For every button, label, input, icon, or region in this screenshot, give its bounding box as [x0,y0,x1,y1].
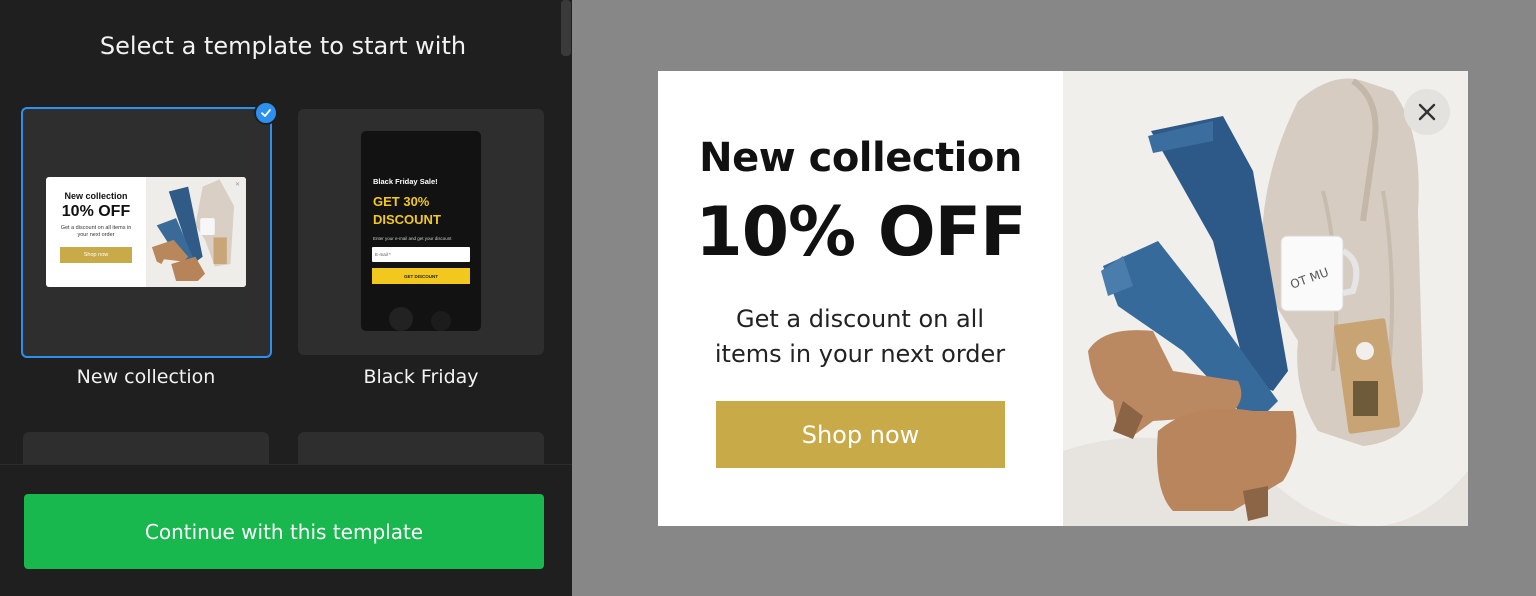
mini-heading: New collection [64,191,128,201]
mini-close-icon: ✕ [234,182,240,188]
sidebar-title: Select a template to start with [99,32,467,60]
mini-description: Get a discount on all items in your next… [60,225,132,239]
popup-preview: New collection 10% OFF Get a discount on… [658,71,1468,526]
bf-offer-line2: DISCOUNT [373,211,441,227]
popup-heading: New collection [699,135,1022,181]
template-label-black-friday: Black Friday [363,366,479,388]
mini-offer: 10% OFF [61,203,131,220]
mini-clothes-image: ✕ [146,177,246,287]
close-button[interactable] [1404,89,1450,135]
bf-discount-button: GET DISCOUNT [372,268,470,284]
mini-shop-button: Shop now [60,247,132,264]
clothes-flatlay-image: OT MU [1063,71,1468,526]
bf-offer: GET 30% DISCOUNT [373,193,441,228]
mini-popup-text: New collection 10% OFF Get a discount on… [46,177,146,287]
continue-button[interactable]: Continue with this template [24,494,544,569]
template-thumbnail-black-friday: Black Friday Sale! GET 30% DISCOUNT Ente… [361,131,481,331]
popup-text-panel: New collection 10% OFF Get a discount on… [658,71,1063,526]
popup-description: Get a discount on all items in your next… [714,305,1006,368]
close-icon [1418,103,1436,121]
popup-offer: 10% OFF [695,193,1026,272]
bf-title: Black Friday Sale! [373,177,438,186]
bf-offer-line1: GET 30% [373,194,430,209]
template-sidebar: Select a template to start with New coll… [0,0,572,596]
clothes-flatlay-mini [147,177,245,287]
template-label-new-collection: New collection [76,366,216,388]
template-thumbnail-new-collection: New collection 10% OFF Get a discount on… [46,177,246,287]
app: Select a template to start with New coll… [0,0,1536,596]
shop-now-button[interactable]: Shop now [716,401,1005,468]
bf-decor-image [389,307,451,331]
popup-image-clothes: OT MU [1063,71,1468,526]
selected-check-icon [254,101,278,125]
bf-email-input: E-mail * [372,247,470,262]
bf-description: Enter your e-mail and get your discount [373,236,452,241]
